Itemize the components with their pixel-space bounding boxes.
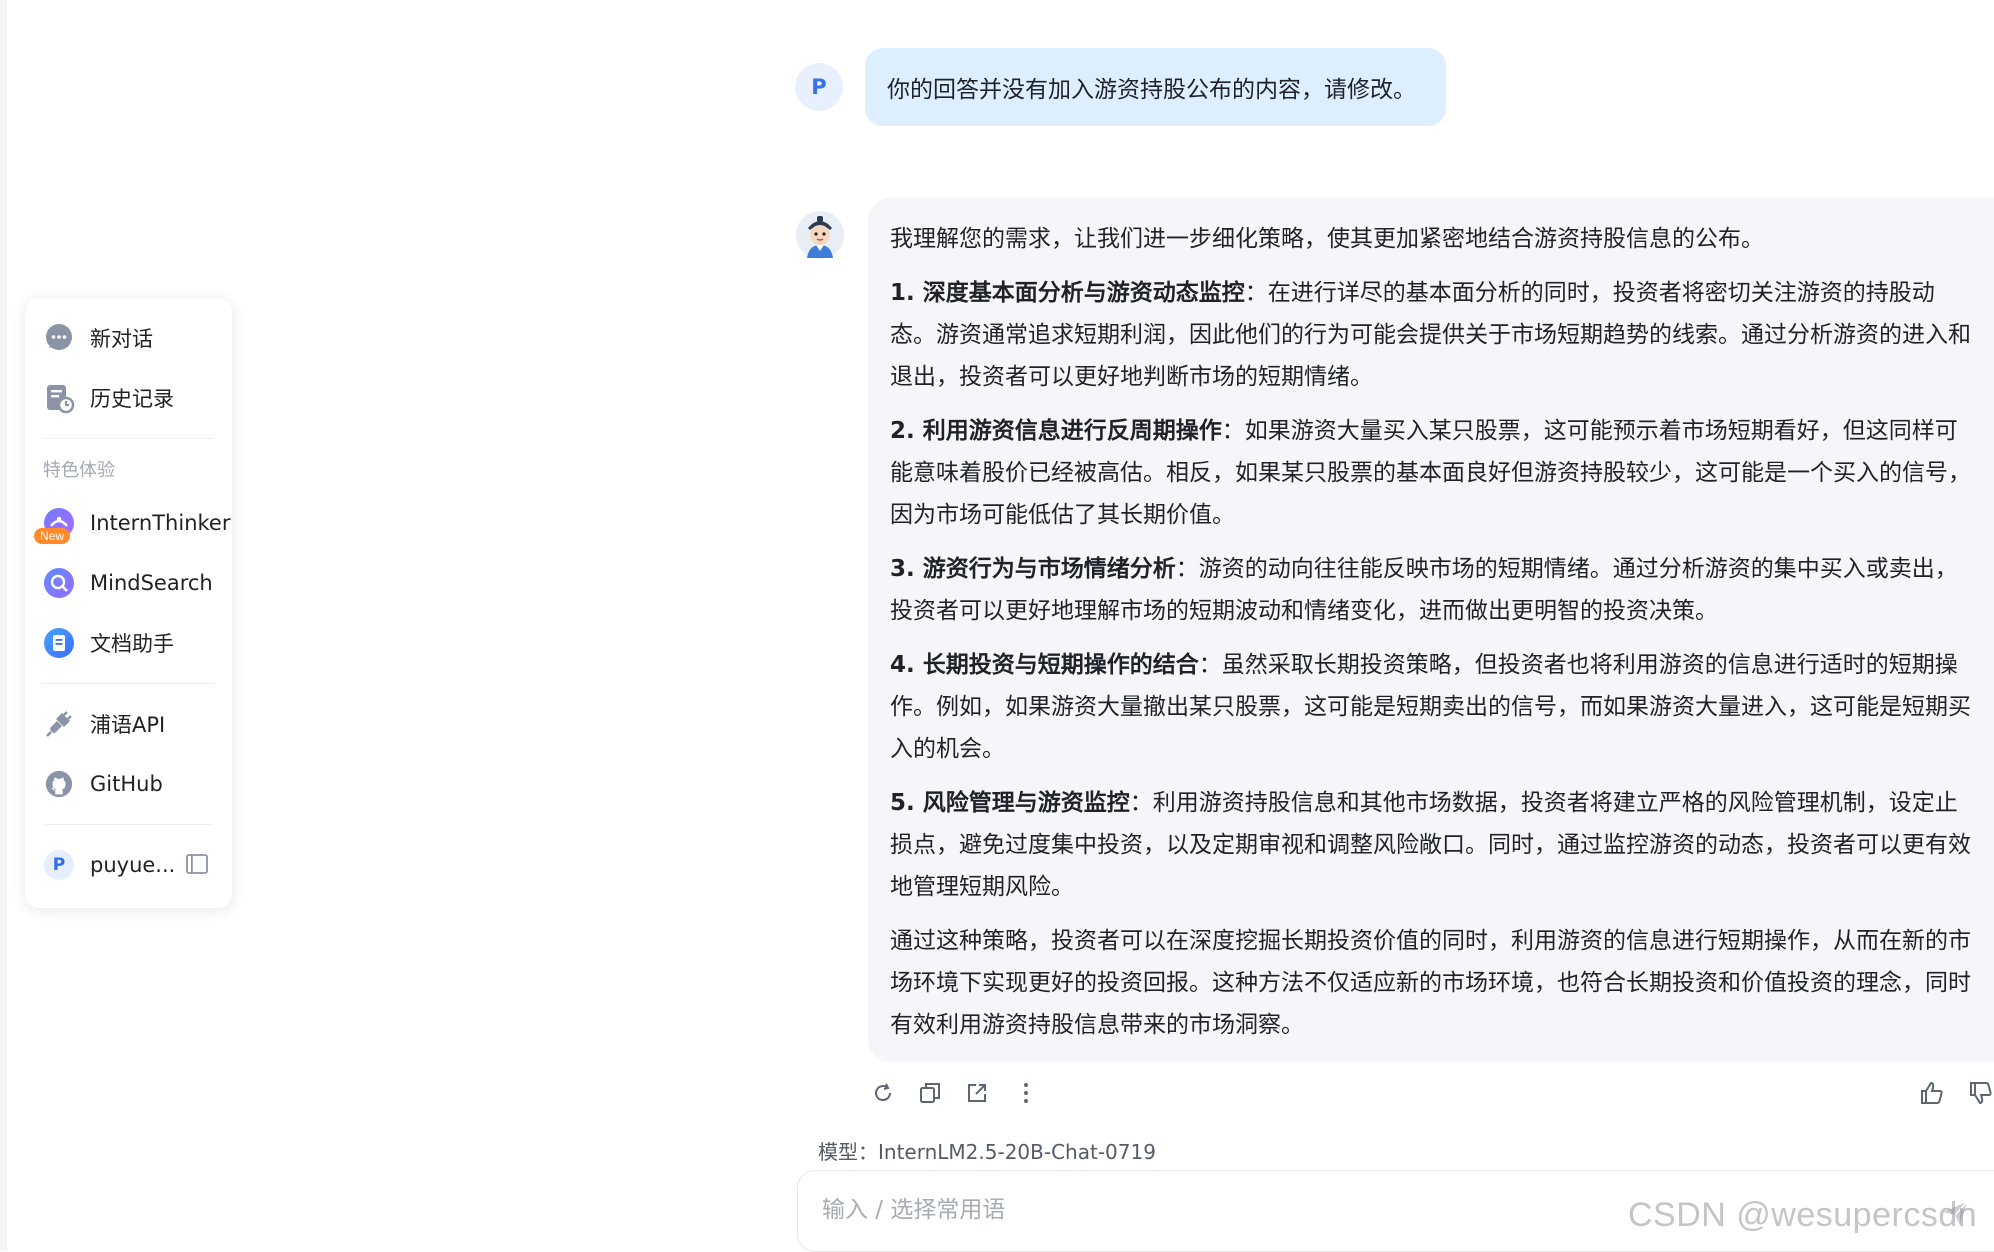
sidebar-item-history[interactable]: 历史记录	[43, 368, 214, 428]
assistant-point-1: 1. 深度基本面分析与游资动态监控：在进行详尽的基本面分析的同时，投资者将密切关…	[890, 272, 1974, 398]
left-edge-strip	[0, 0, 7, 1251]
user-message-bubble: 你的回答并没有加入游资持股公布的内容，请修改。	[865, 48, 1446, 126]
sidebar-item-internthinker[interactable]: New InternThinker	[34, 493, 230, 553]
sidebar-api-label: 浦语API	[90, 713, 166, 737]
user-message-row: P 你的回答并没有加入游资持股公布的内容，请修改。	[795, 48, 1446, 126]
assistant-point-5: 5. 风险管理与游资监控：利用游资持股信息和其他市场数据，投资者将建立严格的风险…	[890, 782, 1974, 908]
sidebar-new-chat-label: 新对话	[90, 327, 153, 351]
assistant-message-bubble: 我理解您的需求，让我们进一步细化策略，使其更加紧密地结合游资持股信息的公布。 1…	[868, 198, 1994, 1062]
sidebar-history-label: 历史记录	[90, 387, 174, 411]
assistant-point-3: 3. 游资行为与市场情绪分析：游资的动向往往能反映市场的短期情绪。通过分析游资的…	[890, 548, 1974, 632]
github-icon	[43, 768, 75, 800]
document-icon	[43, 627, 75, 659]
new-badge: New	[34, 528, 71, 544]
share-icon[interactable]	[962, 1078, 992, 1108]
internthinker-icon: New	[34, 507, 75, 544]
plug-icon	[43, 708, 75, 740]
point-title: 4. 长期投资与短期操作的结合	[890, 652, 1199, 678]
csdn-watermark: CSDN @wesupercsdn	[1628, 1196, 1978, 1234]
assistant-conclusion: 通过这种策略，投资者可以在深度挖掘长期投资价值的同时，利用游资的信息进行短期操作…	[890, 928, 1971, 1038]
point-title: 2. 利用游资信息进行反周期操作	[890, 418, 1222, 444]
sidebar-internthinker-label: InternThinker	[90, 511, 231, 535]
history-icon	[43, 382, 75, 414]
point-title: 5. 风险管理与游资监控	[890, 790, 1130, 816]
user-avatar-initial: P	[44, 850, 74, 880]
assistant-avatar	[795, 210, 845, 260]
assistant-intro: 我理解您的需求，让我们进一步细化策略，使其更加紧密地结合游资持股信息的公布。	[890, 226, 1764, 252]
sidebar-mindsearch-label: MindSearch	[90, 571, 213, 595]
chat-bubble-icon	[43, 322, 75, 354]
point-title: 3. 游资行为与市场情绪分析	[890, 556, 1176, 582]
regenerate-icon[interactable]	[868, 1078, 898, 1108]
sidebar-item-doc-assistant[interactable]: 文档助手	[43, 613, 214, 673]
sidebar-user[interactable]: P puyue...	[43, 835, 214, 895]
thumbs-down-icon[interactable]	[1966, 1078, 1994, 1108]
sidebar-divider	[43, 438, 214, 439]
sidebar-item-api[interactable]: 浦语API	[43, 694, 214, 754]
sidebar-section-label: 特色体验	[43, 460, 115, 481]
message-actions	[868, 1078, 1994, 1112]
sidebar-github-label: GitHub	[90, 772, 163, 796]
assistant-point-2: 2. 利用游资信息进行反周期操作：如果游资大量买入某只股票，这可能预示着市场短期…	[890, 410, 1974, 536]
user-avatar: P	[43, 849, 75, 881]
user-message-avatar: P	[795, 63, 843, 111]
sidebar-divider	[43, 824, 214, 825]
point-title: 1. 深度基本面分析与游资动态监控	[890, 280, 1245, 306]
collapse-sidebar-icon[interactable]	[185, 852, 209, 881]
sidebar-item-new-chat[interactable]: 新对话	[43, 308, 214, 368]
sidebar-item-github[interactable]: GitHub	[43, 754, 214, 814]
thumbs-up-icon[interactable]	[1917, 1078, 1947, 1108]
more-options-icon[interactable]	[1011, 1078, 1041, 1108]
mindsearch-icon	[43, 567, 75, 599]
assistant-point-4: 4. 长期投资与短期操作的结合：虽然采取长期投资策略，但投资者也将利用游资的信息…	[890, 644, 1974, 770]
floating-sidebar: 新对话 历史记录 特色体验 New InternThinker MindSear…	[25, 298, 232, 908]
copy-icon[interactable]	[915, 1078, 945, 1108]
sidebar-doc-assistant-label: 文档助手	[90, 632, 174, 656]
chat-input[interactable]	[820, 1189, 1724, 1231]
sidebar-divider	[43, 683, 214, 684]
sidebar-item-mindsearch[interactable]: MindSearch	[43, 553, 214, 613]
sidebar-username: puyue...	[90, 853, 176, 877]
model-label: 模型：InternLM2.5-20B-Chat-0719	[818, 1140, 1156, 1164]
